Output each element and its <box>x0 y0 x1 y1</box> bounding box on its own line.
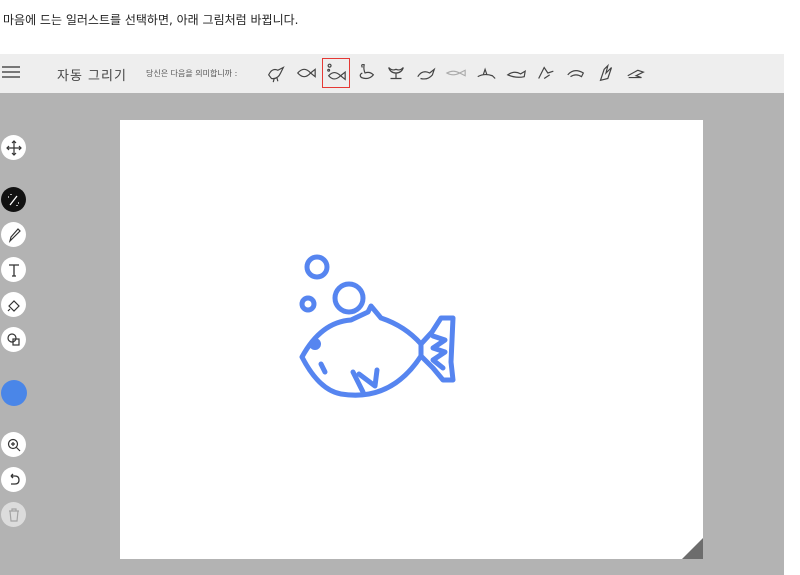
thin-fish-icon <box>445 69 466 77</box>
fish-outline-icon <box>296 68 316 78</box>
draw-tool[interactable] <box>1 222 26 247</box>
autodraw-tool[interactable] <box>1 187 26 212</box>
page-corner-fold <box>682 538 703 559</box>
suggestion-swimmer[interactable] <box>532 58 560 88</box>
suggestion-list <box>262 58 652 90</box>
suggestion-boat-fish[interactable] <box>502 58 530 88</box>
fish-with-bubbles-illustration <box>299 254 456 398</box>
suggestion-whale-tail[interactable] <box>382 58 410 88</box>
autodraw-app: 자동 그리기 당신은 다음을 의미합니까 : <box>0 54 784 575</box>
pencil-icon <box>8 227 21 243</box>
suggestion-label: 당신은 다음을 의미합니까 : <box>146 69 238 78</box>
app-title: 자동 그리기 <box>57 69 127 84</box>
swimmer-icon <box>538 66 554 79</box>
swan-icon <box>359 63 375 80</box>
suggestion-bird-flying[interactable] <box>592 58 620 88</box>
move-tool[interactable] <box>1 135 26 160</box>
color-tool[interactable] <box>1 380 27 406</box>
suggestion-bird[interactable] <box>262 58 290 88</box>
move-icon <box>5 139 22 156</box>
delete-tool[interactable] <box>1 502 26 527</box>
drawing-canvas[interactable] <box>120 120 703 559</box>
suggestion-dolphin[interactable] <box>562 58 590 88</box>
zoom-in-icon <box>7 438 20 451</box>
suggestion-swan[interactable] <box>352 58 380 88</box>
bird-flying-icon <box>599 63 613 82</box>
suggestion-fish-bubbles[interactable] <box>322 58 350 88</box>
zoom-tool[interactable] <box>1 432 26 457</box>
shapes-icon <box>6 332 20 346</box>
dolphin-icon <box>567 70 585 78</box>
shark-icon <box>477 67 496 79</box>
suggestion-duck[interactable] <box>412 58 440 88</box>
type-tool[interactable] <box>1 257 26 282</box>
menu-icon[interactable] <box>2 63 20 83</box>
fill-tool[interactable] <box>1 292 26 317</box>
undo-tool[interactable] <box>1 467 26 492</box>
suggestion-shark[interactable] <box>472 58 500 88</box>
fish-bubbles-icon <box>327 63 346 81</box>
magic-pen-icon <box>7 193 19 206</box>
whale-tail-icon <box>388 67 404 80</box>
top-bar: 자동 그리기 당신은 다음을 의미합니까 : <box>0 54 784 93</box>
crocodile-icon <box>627 69 645 79</box>
trash-icon <box>8 507 19 522</box>
suggestion-crocodile[interactable] <box>622 58 650 88</box>
suggestion-fish-outline[interactable] <box>292 58 320 88</box>
boat-fish-icon <box>506 69 526 78</box>
undo-icon <box>10 473 20 485</box>
caption-text: 마음에 드는 일러스트를 선택하면, 아래 그림처럼 바뀝니다. <box>3 13 299 27</box>
paint-bucket-icon <box>7 299 20 312</box>
duck-icon <box>417 67 436 80</box>
shape-tool[interactable] <box>1 327 26 352</box>
suggestion-thin-fish[interactable] <box>442 58 470 88</box>
bird-icon <box>267 66 285 83</box>
text-icon <box>8 263 19 277</box>
